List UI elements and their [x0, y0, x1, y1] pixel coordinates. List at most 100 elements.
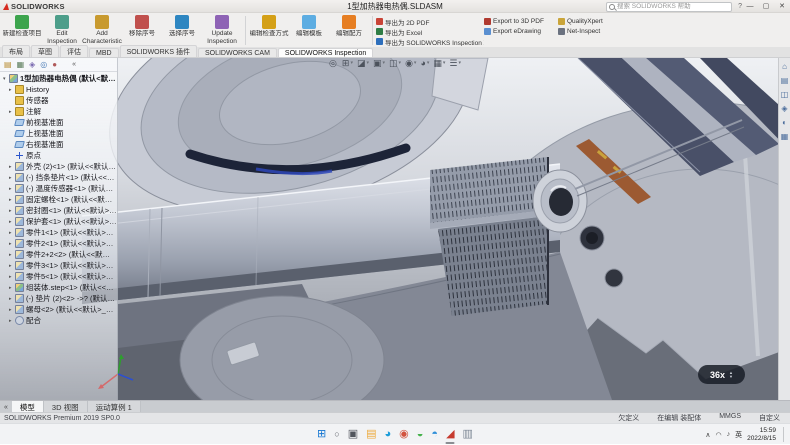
ribbon-export-button[interactable]: 导出为 SOLIDWORKS Inspection 项目 [376, 37, 484, 46]
tree-item[interactable]: ▸ 零件1<1> (默认<<默认>_显示状态> [0, 227, 117, 238]
tree-root-item[interactable]: ▾ 1型加热器电热偶 (默认<默认>_显示状态-1) [0, 73, 117, 84]
zoom-badge-arrows-icon[interactable]: ▲▼ [729, 371, 733, 379]
hidden-icons-chevron-icon[interactable]: ∧ [705, 431, 710, 439]
featuremanager-tab-icon[interactable]: ▤ [4, 61, 12, 69]
tab-scroll-left-icon[interactable]: « [0, 404, 12, 412]
ribbon-button[interactable]: 编辑配方 [329, 14, 369, 47]
volume-icon[interactable]: ♪ [727, 431, 731, 438]
tree-item[interactable]: ▸ 保护套<1> (默认<<默认>_显示状态 [0, 216, 117, 227]
tree-item[interactable]: 右视基准面 [0, 139, 117, 150]
ribbon-export-button[interactable]: Export to 3D PDF [484, 17, 558, 26]
propertymanager-tab-icon[interactable]: ▦ [17, 61, 25, 69]
ribbon-tab[interactable]: SOLIDWORKS CAM [198, 48, 277, 57]
ribbon-button[interactable]: Edit Inspection Project [42, 14, 82, 47]
tree-item[interactable]: ▸ 零件2+2<2> (默认<<默认>_显示状 [0, 249, 117, 260]
ribbon-button[interactable]: 新建检查项目 [2, 14, 42, 47]
tree-item[interactable]: ▸ 注解 [0, 106, 117, 117]
qq-button[interactable]: ◓ [431, 429, 438, 440]
ribbon-button[interactable]: 移除序号 [122, 14, 162, 47]
chevron-down-icon[interactable]: ▾ [427, 61, 430, 66]
tree-item[interactable]: ▸ 零件5<1> (默认<<默认>_显示状态 [0, 271, 117, 282]
ime-language-indicator[interactable]: 英 [735, 430, 742, 440]
ribbon-button[interactable]: 编辑检查方式 [249, 14, 289, 47]
tree-item[interactable]: ▸ 螺母<2> (默认<<默认>_显示状态< [0, 304, 117, 315]
ribbon-export-button[interactable]: QualityXpert [558, 17, 618, 26]
tree-item[interactable]: ▸ 外壳 (2)<1> (默认<<默认>_显示状态 [0, 161, 117, 172]
window-control-button[interactable]: ▢ [758, 0, 774, 13]
edge-button[interactable]: ◕ [385, 429, 392, 440]
chevron-down-icon[interactable]: ▾ [414, 61, 417, 66]
status-item[interactable]: 在编辑 装配体 [657, 413, 701, 423]
zoom-speed-badge[interactable]: 36x ▲▼ [698, 365, 745, 384]
tree-item[interactable]: 前视基准面 [0, 117, 117, 128]
tree-item[interactable]: ▸ 零件2<1> (默认<<默认>_显示状态 [0, 238, 117, 249]
tree-item[interactable]: ▸ 密封圈<1> (默认<<默认>_显示状态 [0, 205, 117, 216]
appearances-icon[interactable]: ◐ [782, 119, 787, 127]
dimxpert-tab-icon[interactable]: ◎ [40, 61, 47, 69]
ribbon-tab[interactable]: MBD [89, 48, 119, 57]
zoom-area-icon[interactable]: ⊞▾ [342, 59, 353, 68]
chevron-down-icon[interactable]: ▾ [383, 61, 386, 66]
view-palette-icon[interactable]: ◈ [781, 105, 787, 113]
resources-icon[interactable]: ⌂ [782, 63, 787, 71]
display-style-icon[interactable]: ◫▾ [389, 59, 401, 68]
tree-item[interactable]: ▸ 组装体.step<1> (默认<<默认>_显 [0, 282, 117, 293]
wechat-button[interactable]: ◒ [417, 429, 424, 440]
ribbon-button[interactable]: Update Inspection Project [202, 14, 242, 47]
ribbon-button[interactable]: 编辑模板 [289, 14, 329, 47]
collapse-panel-icon[interactable]: « [72, 61, 76, 68]
edit-appearance-icon[interactable]: ◕▾ [420, 59, 429, 68]
model-end-boss[interactable] [533, 170, 587, 232]
tree-item[interactable]: ▸ (-) 温度传感器<1> (默认<默认>_显 [0, 183, 117, 194]
zoom-fit-icon[interactable]: ◎ [329, 59, 338, 68]
design-library-icon[interactable]: ▤ [781, 77, 789, 85]
displaymanager-tab-icon[interactable]: ● [52, 61, 57, 69]
model-viewport[interactable] [0, 58, 790, 400]
tree-item[interactable]: ▸ (-) 挡条垫片<1> (默认<<默认>_显示 [0, 172, 117, 183]
status-item[interactable]: 自定义 [759, 413, 780, 423]
window-control-button[interactable]: — [742, 0, 758, 13]
document-tab[interactable]: 运动算例 1 [88, 401, 141, 412]
document-tab[interactable]: 模型 [12, 401, 44, 412]
ribbon-export-button[interactable]: 导出为 2D PDF [376, 17, 484, 26]
chrome-button[interactable]: ◉ [399, 429, 409, 440]
view-settings-icon[interactable]: ☰▾ [449, 59, 461, 68]
ribbon-tab[interactable]: 布局 [2, 45, 30, 57]
tree-item[interactable]: ▸ 固定螺栓<1> (默认<<默认>_显示状 [0, 194, 117, 205]
task-view-button[interactable]: ▣ [348, 429, 358, 440]
tree-item[interactable]: ▸ 配合 [0, 315, 117, 326]
help-search-box[interactable] [606, 2, 732, 12]
file-explorer-pane-icon[interactable]: ◫ [781, 91, 789, 99]
network-icon[interactable]: ◠ [715, 431, 721, 439]
tree-item[interactable]: ▸ 零件3<1> (默认<<默认>_显示状态 [0, 260, 117, 271]
ribbon-export-button[interactable]: Net-Inspect [558, 27, 618, 36]
configurationmanager-tab-icon[interactable]: ◈ [29, 61, 35, 69]
chevron-down-icon[interactable]: ▾ [458, 61, 461, 66]
chevron-down-icon[interactable]: ▾ [366, 61, 369, 66]
chevron-down-icon[interactable]: ▾ [443, 61, 446, 66]
ribbon-export-button[interactable]: 导出为 Excel [376, 27, 484, 36]
ribbon-button[interactable]: Add Characteristic [82, 14, 122, 47]
hide-show-items-icon[interactable]: ◉▾ [405, 59, 416, 68]
view-orientation-icon[interactable]: ▣▾ [373, 59, 385, 68]
window-control-button[interactable]: ✕ [774, 0, 790, 13]
ribbon-tab[interactable]: SOLIDWORKS Inspection [278, 48, 373, 57]
ribbon-tab[interactable]: 评估 [60, 45, 88, 57]
solidworks-button[interactable]: ◢ [446, 429, 454, 440]
tree-item[interactable]: ▸ History [0, 84, 117, 95]
search-input[interactable] [617, 3, 717, 10]
tree-item[interactable]: ▸ (-) 垫片 (2)<2> ->? (默认<<默认> [0, 293, 117, 304]
start-button[interactable]: ⊞ [317, 429, 326, 440]
custom-properties-icon[interactable]: ▦ [781, 133, 789, 141]
search-button[interactable]: ○ [334, 430, 339, 439]
status-item[interactable]: MMGS [719, 413, 741, 423]
tree-item[interactable]: 传感器 [0, 95, 117, 106]
section-view-icon[interactable]: ◪▾ [357, 59, 369, 68]
chevron-down-icon[interactable]: ▾ [350, 61, 353, 66]
ribbon-tab[interactable]: 草图 [31, 45, 59, 57]
ribbon-export-button[interactable]: Export eDrawing [484, 27, 558, 36]
notepad-button[interactable]: ▥ [463, 429, 473, 440]
status-item[interactable]: 欠定义 [618, 413, 639, 423]
document-tab[interactable]: 3D 视图 [44, 401, 88, 412]
taskbar-clock[interactable]: 15:59 2022/8/15 [747, 427, 776, 442]
